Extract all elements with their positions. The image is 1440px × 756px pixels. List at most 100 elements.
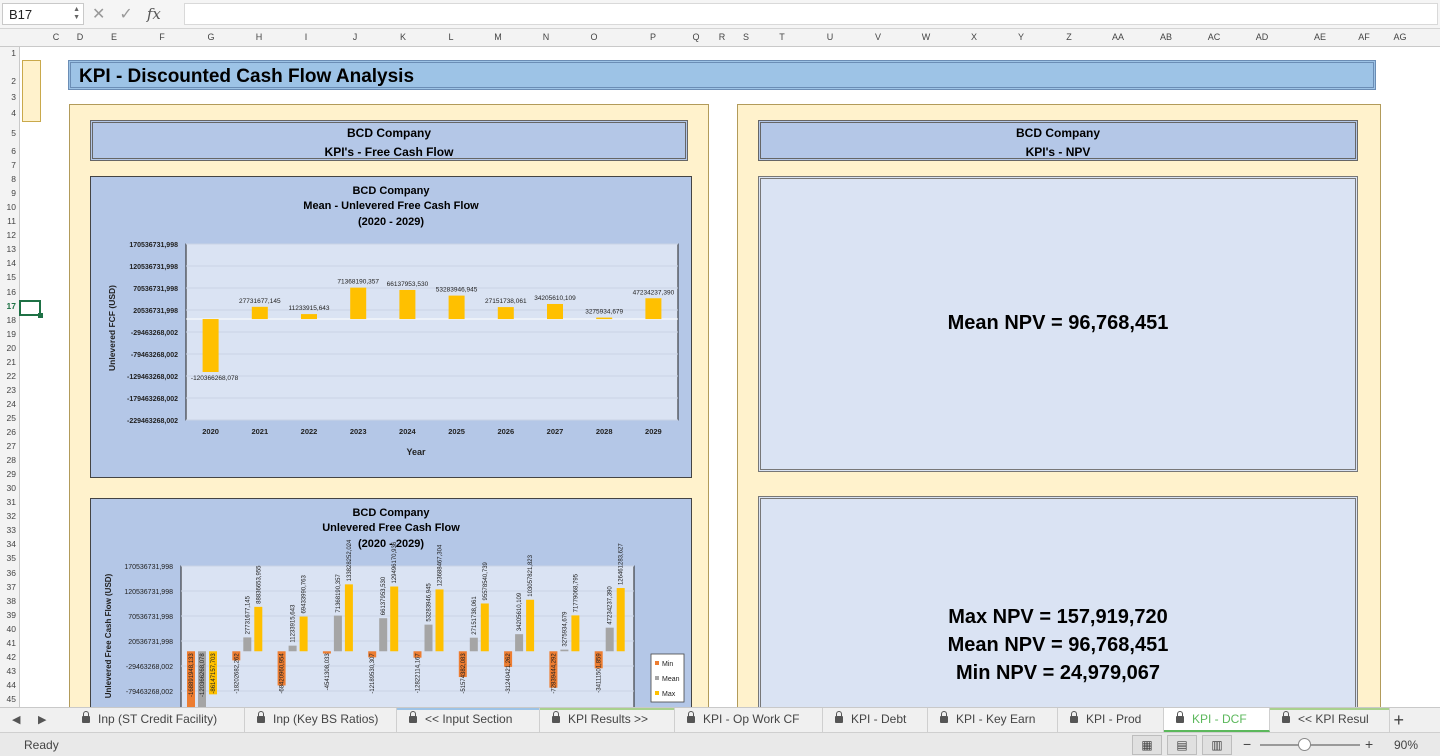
row-header[interactable]: 42 [7, 652, 16, 662]
row-header[interactable]: 22 [7, 371, 16, 381]
row-header[interactable]: 12 [7, 230, 16, 240]
sheet-tab[interactable]: << KPI Resul [1270, 708, 1390, 732]
row-header[interactable]: 30 [7, 483, 16, 493]
row-header[interactable]: 34 [7, 539, 16, 549]
column-header[interactable]: AG [1393, 32, 1406, 42]
row-header[interactable]: 29 [7, 469, 16, 479]
column-header[interactable]: H [256, 32, 263, 42]
page-layout-view-button[interactable]: ▤ [1167, 735, 1197, 755]
column-header[interactable]: N [543, 32, 550, 42]
sheet-tab[interactable]: KPI - Prod [1058, 708, 1164, 732]
column-header[interactable]: O [590, 32, 597, 42]
row-header[interactable]: 16 [7, 287, 16, 297]
sheet-tab[interactable]: KPI - Debt [823, 708, 928, 732]
tab-scroll-left-icon[interactable]: ◀ [12, 713, 20, 726]
row-header[interactable]: 41 [7, 638, 16, 648]
column-header[interactable]: F [159, 32, 165, 42]
row-header[interactable]: 37 [7, 582, 16, 592]
sheet-tab[interactable]: Inp (ST Credit Facility) [70, 708, 245, 732]
enter-icon[interactable]: ✓ [119, 4, 132, 24]
row-header[interactable]: 3 [11, 92, 16, 102]
row-header[interactable]: 10 [7, 202, 16, 212]
row-header[interactable]: 28 [7, 455, 16, 465]
row-header[interactable]: 38 [7, 596, 16, 606]
row-header[interactable]: 2 [11, 76, 16, 86]
column-header[interactable]: I [305, 32, 308, 42]
row-header[interactable]: 43 [7, 666, 16, 676]
zoom-in-button[interactable]: + [1365, 736, 1373, 752]
row-header[interactable]: 17 [7, 301, 16, 311]
column-header[interactable]: AF [1358, 32, 1370, 42]
row-header[interactable]: 19 [7, 329, 16, 339]
sheet-tab[interactable]: << Input Section [397, 708, 540, 732]
sheet-tab[interactable]: KPI Results >> [540, 708, 675, 732]
normal-view-button[interactable]: ▦ [1132, 735, 1162, 755]
sheet-tab[interactable]: Inp (Key BS Ratios) [245, 708, 397, 732]
sheet-tab[interactable]: KPI - Op Work CF [675, 708, 823, 732]
row-header[interactable]: 6 [11, 146, 16, 156]
row-header[interactable]: 23 [7, 385, 16, 395]
row-header[interactable]: 18 [7, 315, 16, 325]
sheet-tab[interactable]: KPI - DCF [1164, 708, 1270, 732]
zoom-out-button[interactable]: − [1243, 736, 1251, 752]
row-header[interactable]: 27 [7, 441, 16, 451]
column-header[interactable]: AD [1256, 32, 1269, 42]
row-header[interactable]: 26 [7, 427, 16, 437]
column-header[interactable]: AA [1112, 32, 1124, 42]
name-box-arrows-icon[interactable]: ▲ ▼ [73, 6, 80, 22]
column-header[interactable]: C [53, 32, 60, 42]
insert-function-icon[interactable]: fx [147, 5, 161, 23]
row-header[interactable]: 33 [7, 525, 16, 535]
column-header[interactable]: Y [1018, 32, 1024, 42]
column-header[interactable]: AB [1160, 32, 1172, 42]
row-header[interactable]: 24 [7, 399, 16, 409]
column-header[interactable]: D [77, 32, 84, 42]
column-header[interactable]: M [494, 32, 502, 42]
column-header[interactable]: G [207, 32, 214, 42]
row-header[interactable]: 45 [7, 694, 16, 704]
column-header[interactable]: K [400, 32, 406, 42]
row-header[interactable]: 9 [11, 188, 16, 198]
name-box[interactable]: B17 ▲ ▼ [2, 3, 84, 25]
fcf-range-chart[interactable]: BCD Company Unlevered Free Cash Flow (20… [90, 498, 692, 707]
formula-input[interactable] [184, 3, 1438, 25]
row-header[interactable]: 32 [7, 511, 16, 521]
column-header[interactable]: W [922, 32, 931, 42]
row-header[interactable]: 14 [7, 258, 16, 268]
column-header[interactable]: S [743, 32, 749, 42]
row-header[interactable]: 39 [7, 610, 16, 620]
column-header[interactable]: R [719, 32, 726, 42]
selected-cell[interactable] [19, 300, 43, 318]
column-header[interactable]: J [353, 32, 358, 42]
mean-fcf-chart[interactable]: BCD Company Mean - Unlevered Free Cash F… [90, 176, 692, 478]
sheet-tab[interactable]: KPI - Key Earn [928, 708, 1058, 732]
row-header[interactable]: 44 [7, 680, 16, 690]
row-header[interactable]: 4 [11, 108, 16, 118]
tab-scroll-right-icon[interactable]: ▶ [38, 713, 46, 726]
row-header[interactable]: 36 [7, 568, 16, 578]
column-header[interactable]: T [779, 32, 785, 42]
row-header[interactable]: 35 [7, 553, 16, 563]
column-header[interactable]: AC [1208, 32, 1221, 42]
column-header[interactable]: V [875, 32, 881, 42]
row-header[interactable]: 5 [11, 128, 16, 138]
column-header[interactable]: U [827, 32, 834, 42]
row-header[interactable]: 21 [7, 357, 16, 367]
row-header[interactable]: 1 [11, 48, 16, 58]
column-header[interactable]: X [971, 32, 977, 42]
row-header[interactable]: 40 [7, 624, 16, 634]
row-header[interactable]: 13 [7, 244, 16, 254]
add-sheet-button[interactable]: + [1393, 710, 1404, 731]
page-break-view-button[interactable]: ▥ [1202, 735, 1232, 755]
column-header[interactable]: P [650, 32, 656, 42]
column-header[interactable]: Q [692, 32, 699, 42]
row-header[interactable]: 25 [7, 413, 16, 423]
column-header[interactable]: L [448, 32, 453, 42]
row-header[interactable]: 11 [7, 216, 16, 226]
zoom-slider-handle[interactable] [1298, 738, 1311, 751]
column-header[interactable]: E [111, 32, 117, 42]
row-header[interactable]: 20 [7, 343, 16, 353]
row-header[interactable]: 31 [7, 497, 16, 507]
column-header[interactable]: Z [1066, 32, 1072, 42]
column-header[interactable]: AE [1314, 32, 1326, 42]
